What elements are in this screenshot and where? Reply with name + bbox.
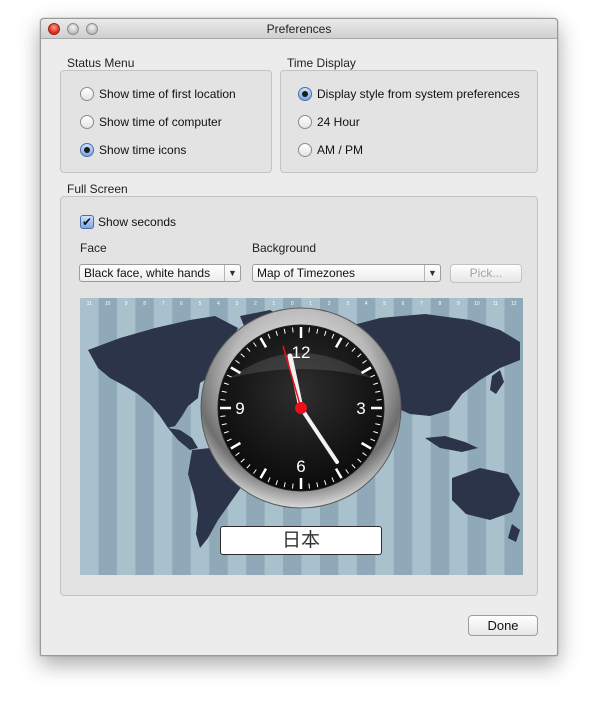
show-seconds-checkbox-row[interactable]: ✔ Show seconds	[80, 214, 176, 230]
timezone-label: 11	[87, 301, 92, 307]
timezone-label: 5	[383, 301, 386, 307]
center-cap	[295, 402, 307, 414]
radio-time-of-computer[interactable]: Show time of computer	[80, 114, 222, 130]
minute-tick	[308, 327, 310, 333]
timezone-label: 0	[291, 301, 294, 307]
timezone-label: 2	[254, 301, 257, 307]
timezone-label: 3	[236, 301, 239, 307]
radio-button[interactable]	[80, 115, 94, 129]
popup-arrow-icon: ▼	[224, 265, 240, 281]
radio-label: AM / PM	[317, 143, 364, 157]
timezone-label: 10	[474, 301, 480, 307]
timezone-label: 8	[439, 301, 442, 307]
radio-button[interactable]	[298, 143, 312, 157]
minute-tick	[376, 415, 382, 417]
time-display-label: Time Display	[287, 56, 356, 70]
face-label: Face	[80, 241, 107, 255]
face-popup-value: Black face, white hands	[84, 266, 211, 280]
radio-button[interactable]	[298, 115, 312, 129]
radio-label: Show time icons	[99, 143, 187, 157]
timezone-label: 8	[143, 301, 146, 307]
timezone-label: 10	[105, 301, 111, 307]
numeral-6: 6	[296, 457, 305, 476]
timezone-label: 11	[493, 301, 498, 307]
full-screen-label: Full Screen	[67, 182, 128, 196]
timezone-label: 3	[346, 301, 349, 307]
numeral-9: 9	[235, 399, 244, 418]
location-label: 日本	[220, 526, 382, 555]
timezone-label: 7	[162, 301, 165, 307]
timezone-label: 4	[217, 301, 220, 307]
face-popup[interactable]: Black face, white hands ▼	[79, 264, 241, 282]
timezone-label: 1	[272, 301, 275, 307]
minute-tick	[376, 399, 382, 401]
pick-button[interactable]: Pick...	[450, 264, 522, 283]
timezone-label: 6	[180, 301, 183, 307]
show-seconds-checkbox[interactable]: ✔	[80, 215, 94, 229]
radio-24-hour[interactable]: 24 Hour	[298, 114, 360, 130]
title-bar: Preferences	[41, 19, 557, 39]
minute-tick	[220, 399, 226, 401]
background-popup[interactable]: Map of Timezones ▼	[252, 264, 441, 282]
timezone-label: 1	[309, 301, 312, 307]
timezone-label: 7	[420, 301, 423, 307]
radio-system-style[interactable]: Display style from system preferences	[298, 86, 520, 102]
checkbox-label: Show seconds	[98, 215, 177, 229]
numeral-3: 3	[356, 399, 365, 418]
window-title: Preferences	[266, 22, 332, 36]
radio-button-selected[interactable]	[80, 143, 94, 157]
radio-show-time-icons[interactable]: Show time icons	[80, 142, 186, 158]
timezone-label: 9	[457, 301, 460, 307]
checkmark-icon: ✔	[81, 215, 93, 229]
popup-arrow-icon: ▼	[424, 265, 440, 281]
radio-first-location[interactable]: Show time of first location	[80, 86, 236, 102]
timezone-label: 9	[125, 301, 128, 307]
radio-button-selected[interactable]	[298, 87, 312, 101]
background-popup-value: Map of Timezones	[257, 266, 356, 280]
timezone-label: 4	[365, 301, 368, 307]
background-label: Background	[252, 241, 317, 255]
done-button[interactable]: Done	[468, 615, 538, 636]
minute-tick	[292, 327, 294, 333]
radio-button[interactable]	[80, 87, 94, 101]
minute-tick	[308, 483, 310, 489]
timezone-label: 5	[199, 301, 202, 307]
timezone-label: 6	[402, 301, 405, 307]
minute-tick	[220, 415, 226, 417]
minute-tick	[292, 483, 294, 489]
timezone-label: 2	[328, 301, 331, 307]
timezone-stripe	[98, 298, 118, 575]
timezone-stripe	[80, 298, 99, 575]
status-menu-label: Status Menu	[67, 56, 135, 70]
radio-label: Display style from system preferences	[317, 87, 520, 101]
radio-label: 24 Hour	[317, 115, 360, 129]
radio-label: Show time of first location	[99, 87, 236, 101]
timezone-label: 12	[511, 301, 517, 307]
radio-label: Show time of computer	[99, 115, 222, 129]
radio-am-pm[interactable]: AM / PM	[298, 142, 363, 158]
